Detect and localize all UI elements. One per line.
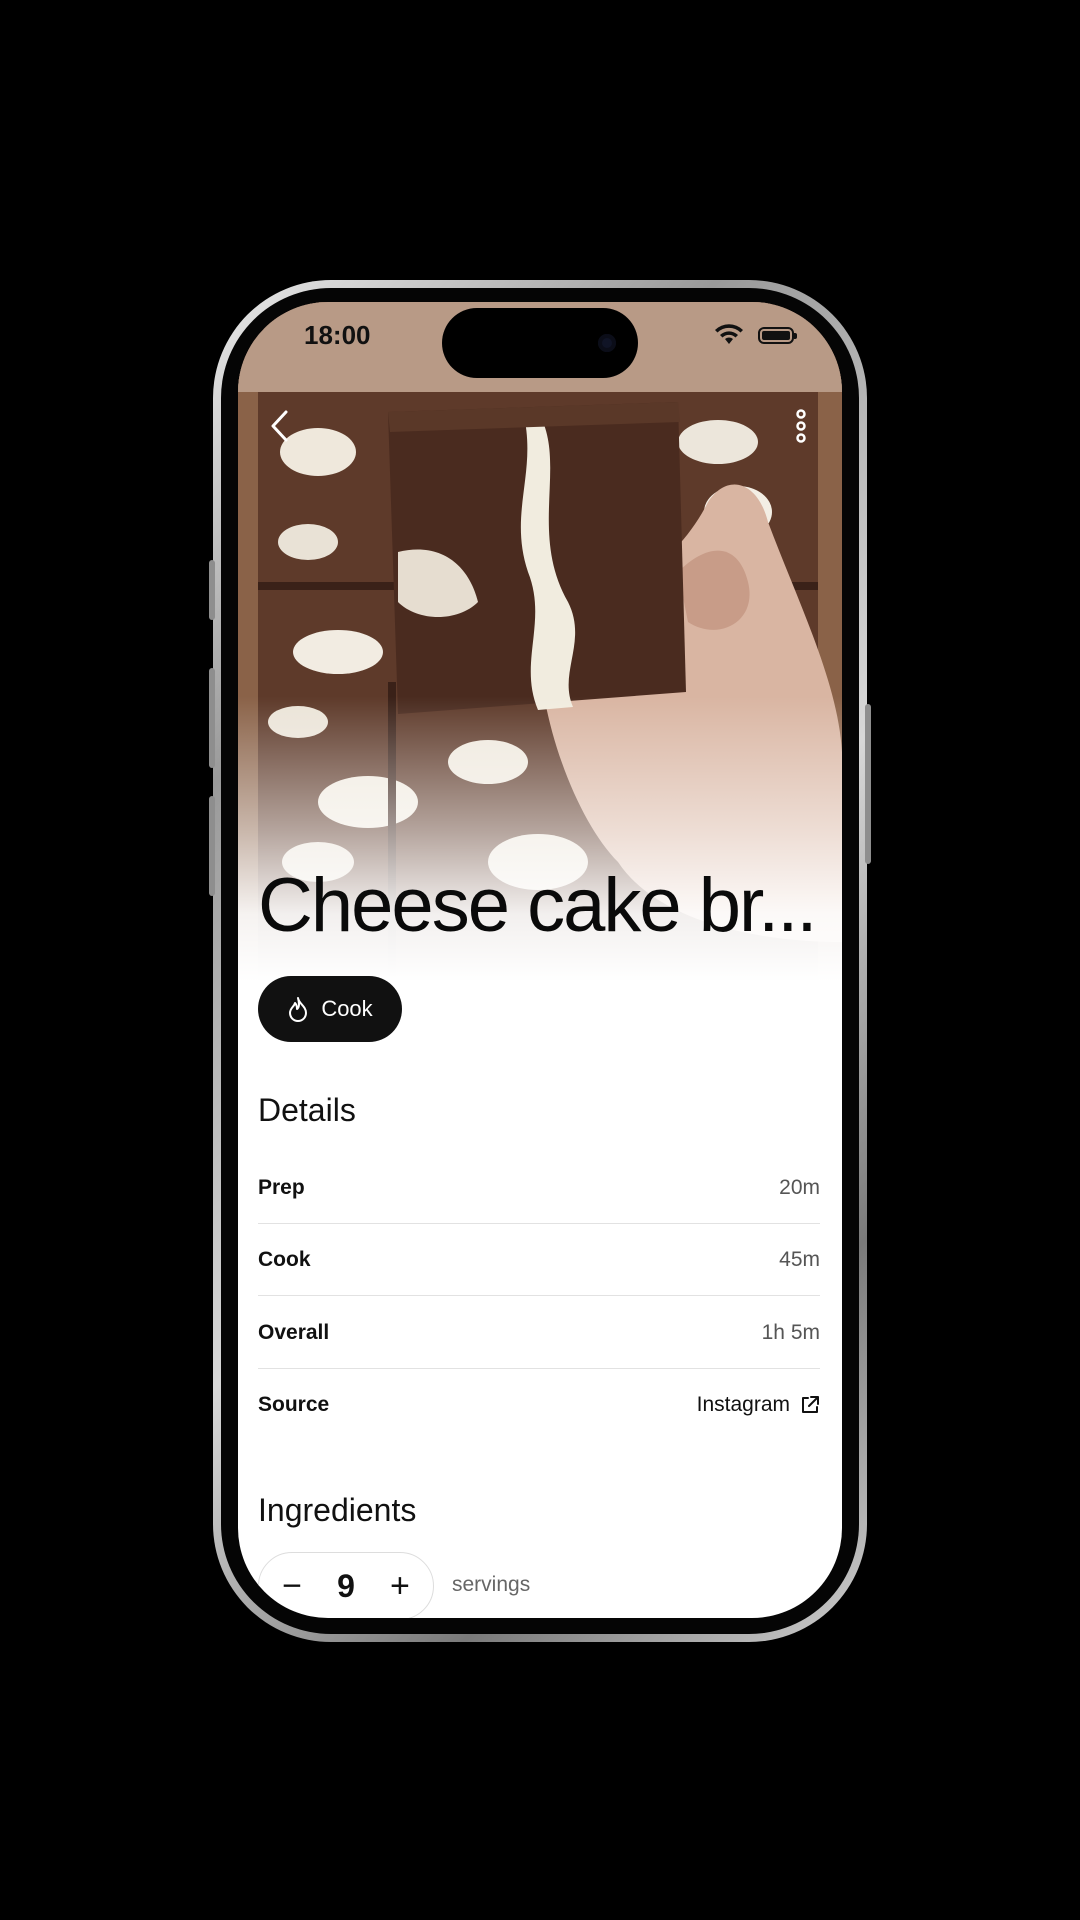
detail-row-source: Source Instagram [258,1369,820,1441]
detail-label: Source [258,1393,330,1416]
increment-button[interactable]: + [385,1569,415,1603]
app-screen: 18:00 Cheese cake br... Cook Details Pre… [238,302,842,1618]
power-button [865,704,871,864]
decrement-button[interactable]: − [277,1569,307,1603]
detail-row-cook: Cook 45m [258,1224,820,1296]
servings-count: 9 [337,1567,355,1604]
source-link-label: Instagram [696,1393,790,1416]
more-options-button[interactable] [786,406,816,446]
detail-value: 20m [779,1175,820,1199]
details-heading: Details [258,1092,356,1128]
detail-value: 1h 5m [761,1320,820,1344]
back-button[interactable] [260,406,300,446]
status-icons [714,324,797,346]
ingredients-heading: Ingredients [258,1492,417,1528]
detail-row-overall: Overall 1h 5m [258,1297,820,1369]
flame-icon [289,997,308,1022]
detail-row-prep: Prep 20m [258,1152,820,1224]
chevron-left-icon [271,410,288,442]
recipe-title: Cheese cake br... [258,863,817,948]
status-time: 18:00 [304,320,371,350]
camera-icon [598,334,616,352]
battery-icon [758,326,797,344]
cook-button[interactable]: Cook [258,976,402,1042]
detail-label: Cook [258,1247,311,1271]
servings-label: servings [452,1573,531,1596]
external-link-icon [802,1396,819,1413]
cook-button-label: Cook [321,996,373,1021]
dynamic-island [442,308,638,378]
source-link[interactable]: Instagram [697,1393,820,1417]
action-button [209,560,215,620]
wifi-icon [715,324,743,344]
detail-label: Prep [258,1175,305,1199]
volume-down-button [209,796,215,896]
servings-stepper: − 9 + [258,1552,434,1618]
detail-value: 45m [779,1247,820,1271]
detail-label: Overall [258,1320,330,1344]
volume-up-button [209,668,215,768]
more-vertical-icon [796,409,806,443]
